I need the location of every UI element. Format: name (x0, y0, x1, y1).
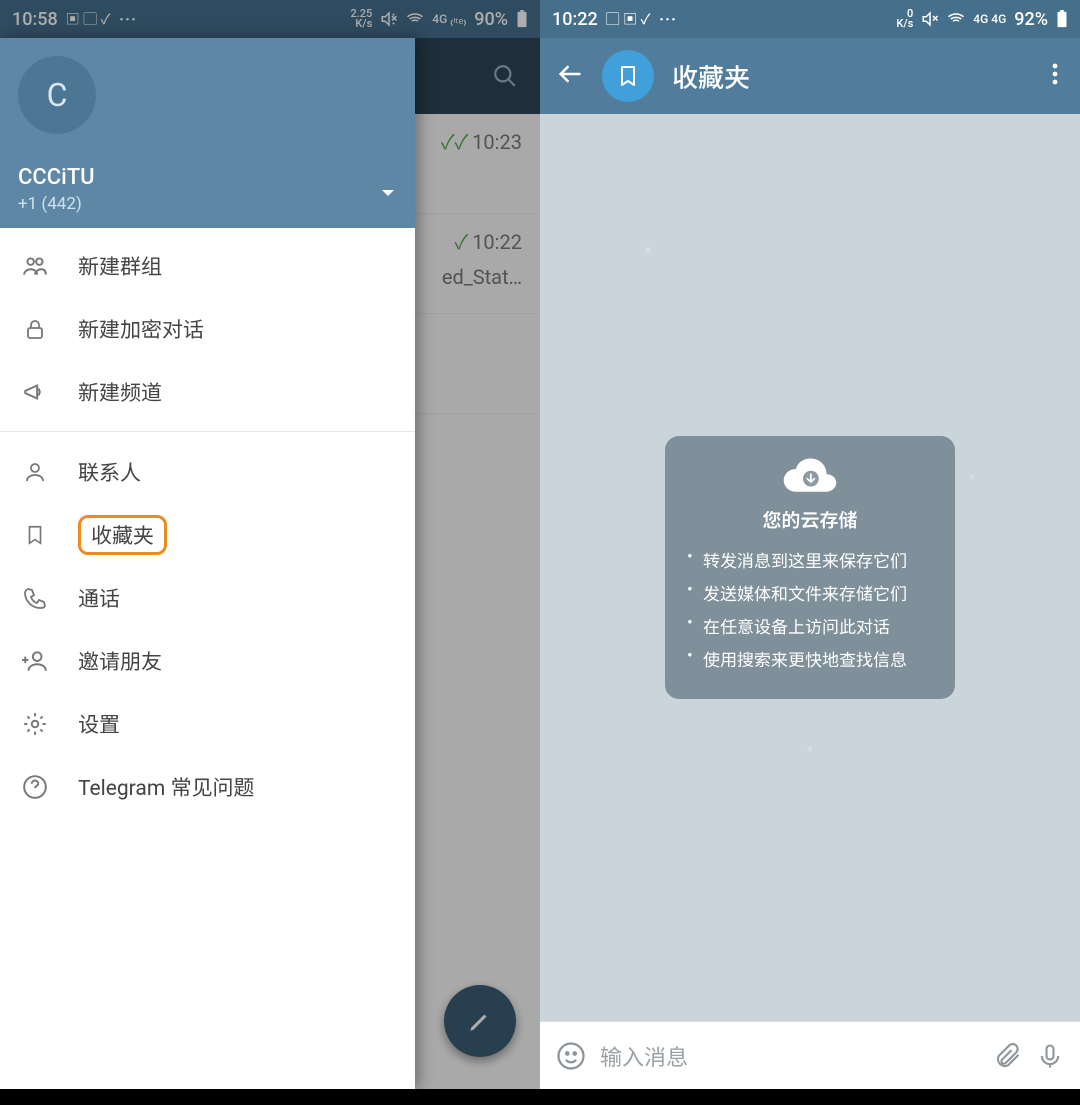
group-icon (22, 253, 48, 279)
back-button[interactable] (556, 60, 584, 92)
status-battery: 92% (1014, 9, 1048, 30)
chat-toolbar: 收藏夹 (540, 38, 1080, 114)
battery-icon (1056, 10, 1068, 28)
expand-accounts[interactable] (379, 184, 397, 206)
saved-avatar[interactable] (602, 50, 654, 102)
status-net: 4G 4G (973, 12, 1006, 26)
megaphone-icon (22, 379, 48, 405)
kebab-icon (1052, 62, 1058, 86)
gear-icon (22, 711, 48, 737)
phone-icon (23, 586, 47, 610)
status-app-glyphs: ▢ ▣ ✓ (606, 9, 651, 29)
message-input[interactable]: 输入消息 (600, 1040, 980, 1072)
menu-calls[interactable]: 通话 (0, 566, 415, 629)
mic-icon[interactable] (1036, 1041, 1064, 1071)
nav-strip (0, 1089, 540, 1105)
attach-icon[interactable] (994, 1042, 1022, 1070)
menu-label: 收藏夹 (91, 525, 154, 549)
menu-label: 新建加密对话 (78, 314, 204, 344)
cloud-tip: 发送媒体和文件来存储它们 (687, 580, 933, 605)
navigation-drawer: C CCCiTU +1 (442) 新建群组 新建加密对话 (0, 38, 415, 1089)
menu-faq[interactable]: Telegram 常见问题 (0, 755, 415, 818)
menu-saved-messages[interactable]: 收藏夹 (0, 503, 415, 566)
bookmark-icon (616, 64, 640, 88)
drawer-header[interactable]: C CCCiTU +1 (442) (0, 38, 415, 228)
wifi-icon (947, 10, 965, 28)
menu-settings[interactable]: 设置 (0, 692, 415, 755)
contact-icon (23, 460, 47, 484)
menu-invite-friends[interactable]: 邀请朋友 (0, 629, 415, 692)
menu-label: 新建群组 (78, 251, 162, 281)
avatar[interactable]: C (18, 56, 96, 134)
menu-label: Telegram 常见问题 (78, 772, 254, 802)
menu-label: 设置 (78, 709, 120, 739)
account-name: CCCiTU (18, 165, 95, 190)
menu-saved-highlighted: 收藏夹 (78, 515, 167, 555)
bookmark-icon (24, 523, 46, 547)
help-icon (22, 774, 48, 800)
menu-separator (0, 431, 415, 432)
avatar-letter: C (47, 76, 68, 114)
menu-label: 邀请朋友 (78, 646, 162, 676)
nav-strip (540, 1089, 1080, 1105)
menu-new-channel[interactable]: 新建频道 (0, 360, 415, 423)
invite-icon (22, 648, 48, 674)
status-bar: 10:22 ▢ ▣ ✓ ⋯ 0K/s 4G 4G 92% (540, 0, 1080, 38)
more-menu[interactable] (1046, 56, 1064, 96)
menu-label: 通话 (78, 583, 120, 613)
menu-label: 新建频道 (78, 377, 162, 407)
lock-icon (23, 317, 47, 341)
chevron-down-icon (379, 184, 397, 202)
arrow-left-icon (556, 60, 584, 88)
cloud-tip: 使用搜索来更快地查找信息 (687, 646, 933, 671)
cloud-tip: 转发消息到这里来保存它们 (687, 547, 933, 572)
cloud-info-card: 您的云存储 转发消息到这里来保存它们 发送媒体和文件来存储它们 在任意设备上访问… (665, 436, 955, 699)
menu-new-secret-chat[interactable]: 新建加密对话 (0, 297, 415, 360)
status-more: ⋯ (658, 6, 678, 32)
status-speed: 0K/s (896, 9, 913, 29)
menu-new-group[interactable]: 新建群组 (0, 234, 415, 297)
mute-icon (921, 10, 939, 28)
menu-contacts[interactable]: 联系人 (0, 440, 415, 503)
chat-title[interactable]: 收藏夹 (672, 58, 1028, 95)
message-input-bar: 输入消息 (540, 1021, 1080, 1089)
cloud-title: 您的云存储 (687, 506, 933, 533)
emoji-icon[interactable] (556, 1041, 586, 1071)
cloud-tip: 在任意设备上访问此对话 (687, 613, 933, 638)
menu-label: 联系人 (78, 457, 141, 487)
cloud-download-icon (782, 456, 838, 496)
account-phone: +1 (442) (18, 194, 95, 214)
chat-area[interactable]: 您的云存储 转发消息到这里来保存它们 发送媒体和文件来存储它们 在任意设备上访问… (540, 114, 1080, 1021)
status-time: 10:22 (552, 9, 598, 30)
